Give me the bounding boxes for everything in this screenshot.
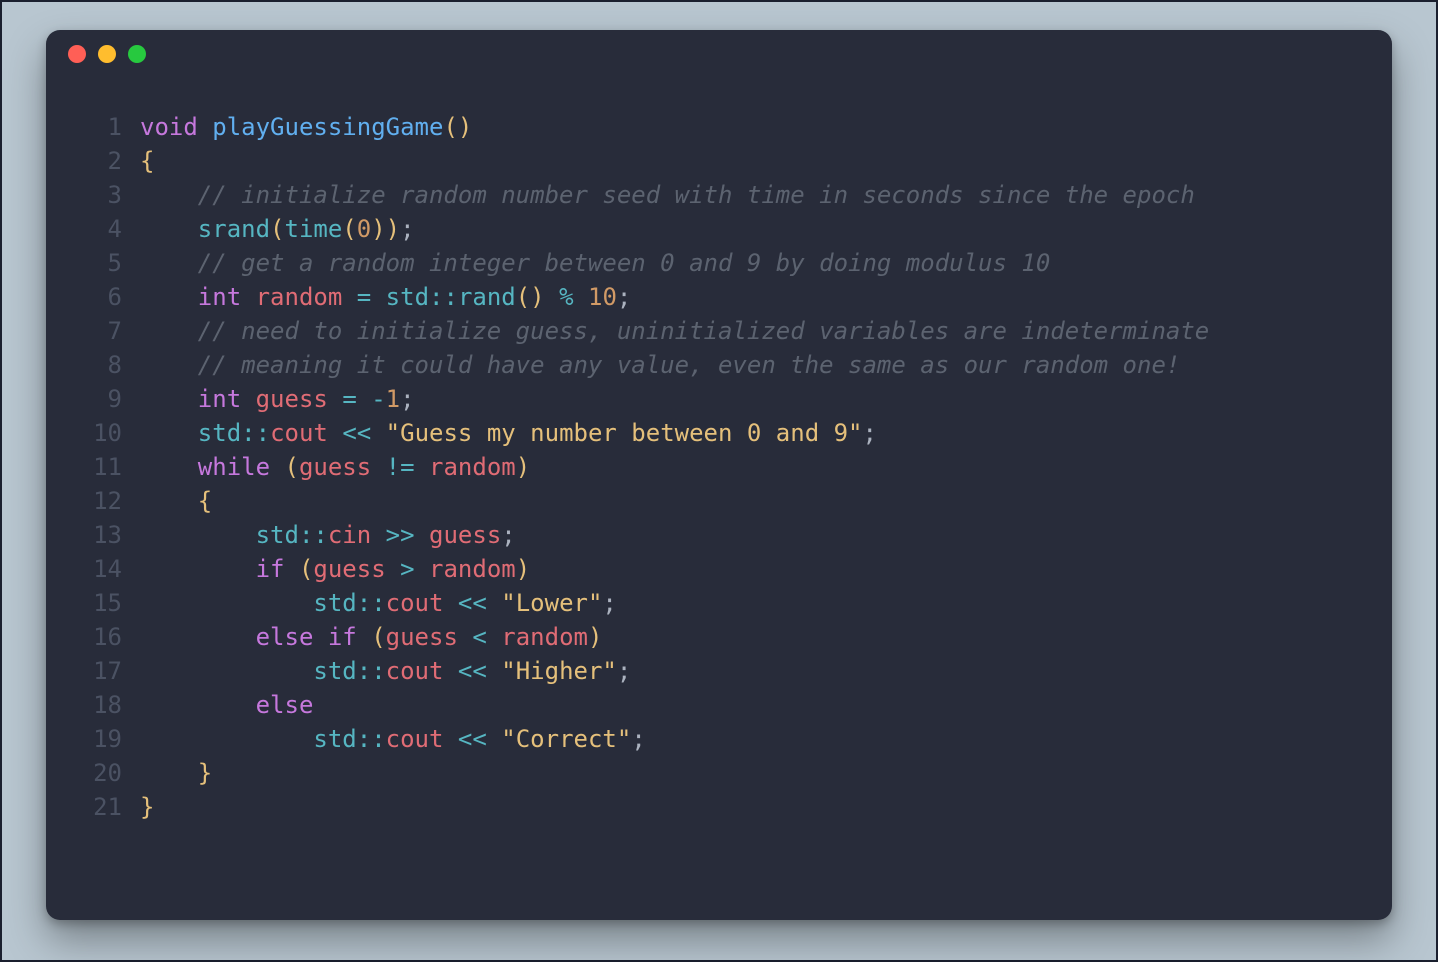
line-number: 20 <box>70 756 140 790</box>
minimize-icon[interactable] <box>98 45 116 63</box>
line-number: 17 <box>70 654 140 688</box>
code-content[interactable]: // initialize random number seed with ti… <box>140 178 1368 212</box>
line-number: 1 <box>70 110 140 144</box>
code-content[interactable]: int guess = -1; <box>140 382 1368 416</box>
code-line[interactable]: 18 else <box>70 688 1368 722</box>
code-line[interactable]: 15 std::cout << "Lower"; <box>70 586 1368 620</box>
code-line[interactable]: 4 srand(time(0)); <box>70 212 1368 246</box>
code-line[interactable]: 8 // meaning it could have any value, ev… <box>70 348 1368 382</box>
code-content[interactable]: if (guess > random) <box>140 552 1368 586</box>
line-number: 2 <box>70 144 140 178</box>
editor-window: 1void playGuessingGame()2{3 // initializ… <box>46 30 1392 920</box>
line-number: 18 <box>70 688 140 722</box>
code-line[interactable]: 11 while (guess != random) <box>70 450 1368 484</box>
line-number: 15 <box>70 586 140 620</box>
line-number: 13 <box>70 518 140 552</box>
code-line[interactable]: 6 int random = std::rand() % 10; <box>70 280 1368 314</box>
close-icon[interactable] <box>68 45 86 63</box>
code-editor[interactable]: 1void playGuessingGame()2{3 // initializ… <box>46 78 1392 920</box>
code-content[interactable]: std::cout << "Correct"; <box>140 722 1368 756</box>
outer-frame: 1void playGuessingGame()2{3 // initializ… <box>0 0 1438 962</box>
code-line[interactable]: 5 // get a random integer between 0 and … <box>70 246 1368 280</box>
line-number: 7 <box>70 314 140 348</box>
line-number: 11 <box>70 450 140 484</box>
code-line[interactable]: 16 else if (guess < random) <box>70 620 1368 654</box>
line-number: 14 <box>70 552 140 586</box>
code-content[interactable]: srand(time(0)); <box>140 212 1368 246</box>
line-number: 8 <box>70 348 140 382</box>
code-content[interactable]: { <box>140 144 1368 178</box>
code-content[interactable]: while (guess != random) <box>140 450 1368 484</box>
code-line[interactable]: 19 std::cout << "Correct"; <box>70 722 1368 756</box>
code-line[interactable]: 14 if (guess > random) <box>70 552 1368 586</box>
line-number: 5 <box>70 246 140 280</box>
line-number: 3 <box>70 178 140 212</box>
line-number: 4 <box>70 212 140 246</box>
code-line[interactable]: 20 } <box>70 756 1368 790</box>
code-content[interactable]: else if (guess < random) <box>140 620 1368 654</box>
code-content[interactable]: // get a random integer between 0 and 9 … <box>140 246 1368 280</box>
code-content[interactable]: std::cout << "Higher"; <box>140 654 1368 688</box>
code-line[interactable]: 7 // need to initialize guess, uninitial… <box>70 314 1368 348</box>
line-number: 12 <box>70 484 140 518</box>
line-number: 10 <box>70 416 140 450</box>
code-content[interactable]: int random = std::rand() % 10; <box>140 280 1368 314</box>
code-line[interactable]: 9 int guess = -1; <box>70 382 1368 416</box>
code-line[interactable]: 13 std::cin >> guess; <box>70 518 1368 552</box>
line-number: 9 <box>70 382 140 416</box>
code-content[interactable]: // need to initialize guess, uninitializ… <box>140 314 1368 348</box>
code-line[interactable]: 12 { <box>70 484 1368 518</box>
code-content[interactable]: else <box>140 688 1368 722</box>
line-number: 19 <box>70 722 140 756</box>
line-number: 16 <box>70 620 140 654</box>
line-number: 21 <box>70 790 140 824</box>
code-content[interactable]: std::cin >> guess; <box>140 518 1368 552</box>
code-line[interactable]: 1void playGuessingGame() <box>70 110 1368 144</box>
code-line[interactable]: 3 // initialize random number seed with … <box>70 178 1368 212</box>
window-titlebar <box>46 30 1392 78</box>
code-content[interactable]: void playGuessingGame() <box>140 110 1368 144</box>
code-line[interactable]: 21} <box>70 790 1368 824</box>
code-line[interactable]: 17 std::cout << "Higher"; <box>70 654 1368 688</box>
code-content[interactable]: } <box>140 756 1368 790</box>
zoom-icon[interactable] <box>128 45 146 63</box>
code-line[interactable]: 2{ <box>70 144 1368 178</box>
code-content[interactable]: } <box>140 790 1368 824</box>
code-content[interactable]: { <box>140 484 1368 518</box>
code-content[interactable]: // meaning it could have any value, even… <box>140 348 1368 382</box>
code-content[interactable]: std::cout << "Guess my number between 0 … <box>140 416 1368 450</box>
line-number: 6 <box>70 280 140 314</box>
code-content[interactable]: std::cout << "Lower"; <box>140 586 1368 620</box>
code-line[interactable]: 10 std::cout << "Guess my number between… <box>70 416 1368 450</box>
